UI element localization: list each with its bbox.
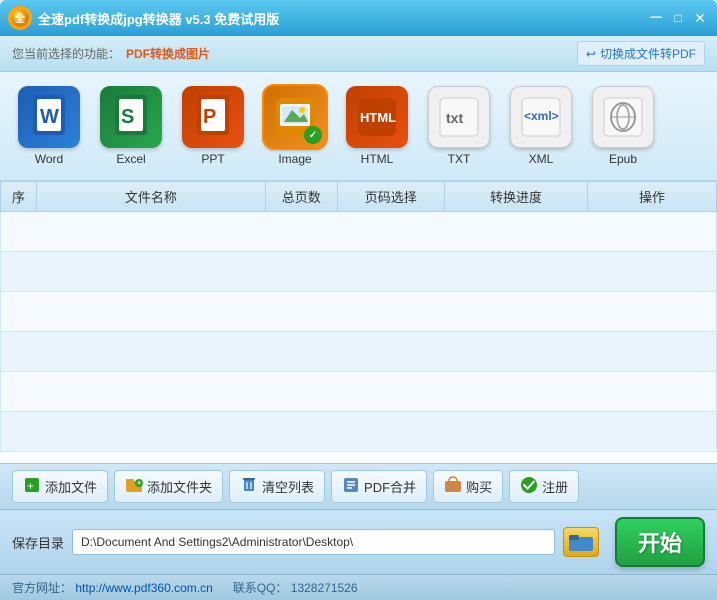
txt-label: TXT (448, 152, 471, 166)
word-label: Word (35, 152, 63, 166)
minimize-button[interactable]: ─ (647, 9, 665, 27)
format-image[interactable]: ✓ Image (258, 82, 332, 170)
title-controls: ─ □ ✕ (647, 9, 709, 27)
col-pages: 总页数 (265, 182, 337, 212)
word-icon: W (18, 86, 80, 148)
svg-text:txt: txt (446, 110, 463, 126)
title-bar-left: 全 全速pdf转换成jpg转换器 v5.3 免费试用版 (8, 6, 279, 30)
svg-text:HTML: HTML (360, 110, 396, 125)
table-header-row: 序 文件名称 总页数 页码选择 转换进度 操作 (1, 182, 717, 212)
svg-text:P: P (203, 106, 216, 128)
svg-text:S: S (121, 106, 134, 128)
format-txt[interactable]: txt TXT (422, 82, 496, 170)
svg-text:W: W (40, 106, 59, 128)
add-folder-label: 添加文件夹 (147, 477, 212, 496)
epub-icon (592, 86, 654, 148)
html-icon: HTML (346, 86, 408, 148)
format-epub[interactable]: Epub (586, 82, 660, 170)
add-folder-icon: + (125, 476, 143, 497)
col-filename: 文件名称 (36, 182, 265, 212)
table-row (1, 332, 717, 372)
website-url[interactable]: http://www.pdf360.com.cn (75, 581, 212, 595)
svg-text:全: 全 (14, 12, 26, 25)
txt-icon: txt (428, 86, 490, 148)
start-button[interactable]: 开始 (615, 517, 705, 567)
add-file-label: 添加文件 (45, 477, 97, 496)
file-table: 序 文件名称 总页数 页码选择 转换进度 操作 (0, 181, 717, 452)
table-row (1, 212, 717, 252)
status-bar: 官方网址： http://www.pdf360.com.cn 联系QQ： 132… (0, 574, 717, 600)
file-table-container: 序 文件名称 总页数 页码选择 转换进度 操作 (0, 181, 717, 463)
add-file-button[interactable]: + 添加文件 (12, 470, 108, 503)
format-excel[interactable]: S Excel (94, 82, 168, 170)
website-info: 官方网址： http://www.pdf360.com.cn (12, 579, 213, 596)
image-icon: ✓ (264, 86, 326, 148)
format-html[interactable]: HTML HTML (340, 82, 414, 170)
save-path[interactable]: D:\Document And Settings2\Administrator\… (72, 529, 555, 555)
format-ppt[interactable]: P PPT (176, 82, 250, 170)
col-progress: 转换进度 (444, 182, 587, 212)
xml-label: XML (529, 152, 554, 166)
contact-info: 联系QQ： 1328271526 (233, 579, 358, 596)
table-row (1, 372, 717, 412)
image-selected-badge: ✓ (304, 126, 322, 144)
switch-to-pdf-button[interactable]: ↩ 切换成文件转PDF (577, 41, 705, 66)
buy-label: 购买 (466, 477, 492, 496)
title-bar: 全 全速pdf转换成jpg转换器 v5.3 免费试用版 ─ □ ✕ (0, 0, 717, 36)
main-content: 您当前选择的功能： PDF转换成图片 ↩ 切换成文件转PDF W Word (0, 36, 717, 600)
format-bar: W Word S Excel P (0, 72, 717, 181)
register-label: 注册 (542, 477, 568, 496)
svg-text:<xml>: <xml> (524, 109, 559, 123)
save-row: 保存目录 D:\Document And Settings2\Administr… (0, 509, 717, 574)
table-row (1, 412, 717, 452)
format-word[interactable]: W Word (12, 82, 86, 170)
toolbar-left: 您当前选择的功能： PDF转换成图片 (12, 45, 210, 62)
bottom-buttons: + 添加文件 + 添加文件夹 (0, 463, 717, 509)
excel-label: Excel (116, 152, 145, 166)
clear-list-button[interactable]: 清空列表 (229, 470, 325, 503)
switch-arrow-icon: ↩ (586, 47, 596, 61)
pdf-merge-label: PDF合并 (364, 477, 416, 496)
register-icon (520, 476, 538, 497)
current-mode: PDF转换成图片 (126, 45, 210, 62)
save-path-text: D:\Document And Settings2\Administrator\… (81, 535, 353, 549)
switch-btn-label: 切换成文件转PDF (600, 45, 696, 62)
contact-qq: 1328271526 (291, 581, 358, 595)
pdf-merge-icon (342, 476, 360, 497)
start-label: 开始 (638, 526, 682, 558)
buy-button[interactable]: 购买 (433, 470, 503, 503)
save-label: 保存目录 (12, 533, 64, 552)
website-label: 官方网址： (12, 581, 72, 595)
col-index: 序 (1, 182, 37, 212)
contact-label: 联系QQ： (233, 581, 288, 595)
clear-list-icon (240, 476, 258, 497)
browse-folder-button[interactable] (563, 527, 599, 557)
ppt-label: PPT (201, 152, 224, 166)
ppt-icon: P (182, 86, 244, 148)
svg-text:+: + (27, 479, 34, 493)
pdf-merge-button[interactable]: PDF合并 (331, 470, 427, 503)
app-logo: 全 (8, 6, 32, 30)
clear-list-label: 清空列表 (262, 477, 314, 496)
epub-label: Epub (609, 152, 637, 166)
col-page-select: 页码选择 (337, 182, 444, 212)
table-row (1, 292, 717, 332)
toolbar-label: 您当前选择的功能： (12, 45, 120, 62)
maximize-button[interactable]: □ (669, 9, 687, 27)
toolbar: 您当前选择的功能： PDF转换成图片 ↩ 切换成文件转PDF (0, 36, 717, 72)
xml-icon: <xml> (510, 86, 572, 148)
app-title: 全速pdf转换成jpg转换器 v5.3 免费试用版 (38, 9, 279, 28)
table-row (1, 252, 717, 292)
svg-text:+: + (137, 478, 142, 488)
buy-icon (444, 476, 462, 497)
excel-icon: S (100, 86, 162, 148)
register-button[interactable]: 注册 (509, 470, 579, 503)
add-folder-button[interactable]: + 添加文件夹 (114, 470, 223, 503)
html-label: HTML (361, 152, 394, 166)
format-xml[interactable]: <xml> XML (504, 82, 578, 170)
close-button[interactable]: ✕ (691, 9, 709, 27)
col-actions: 操作 (588, 182, 717, 212)
add-file-icon: + (23, 476, 41, 497)
image-label: Image (278, 152, 311, 166)
